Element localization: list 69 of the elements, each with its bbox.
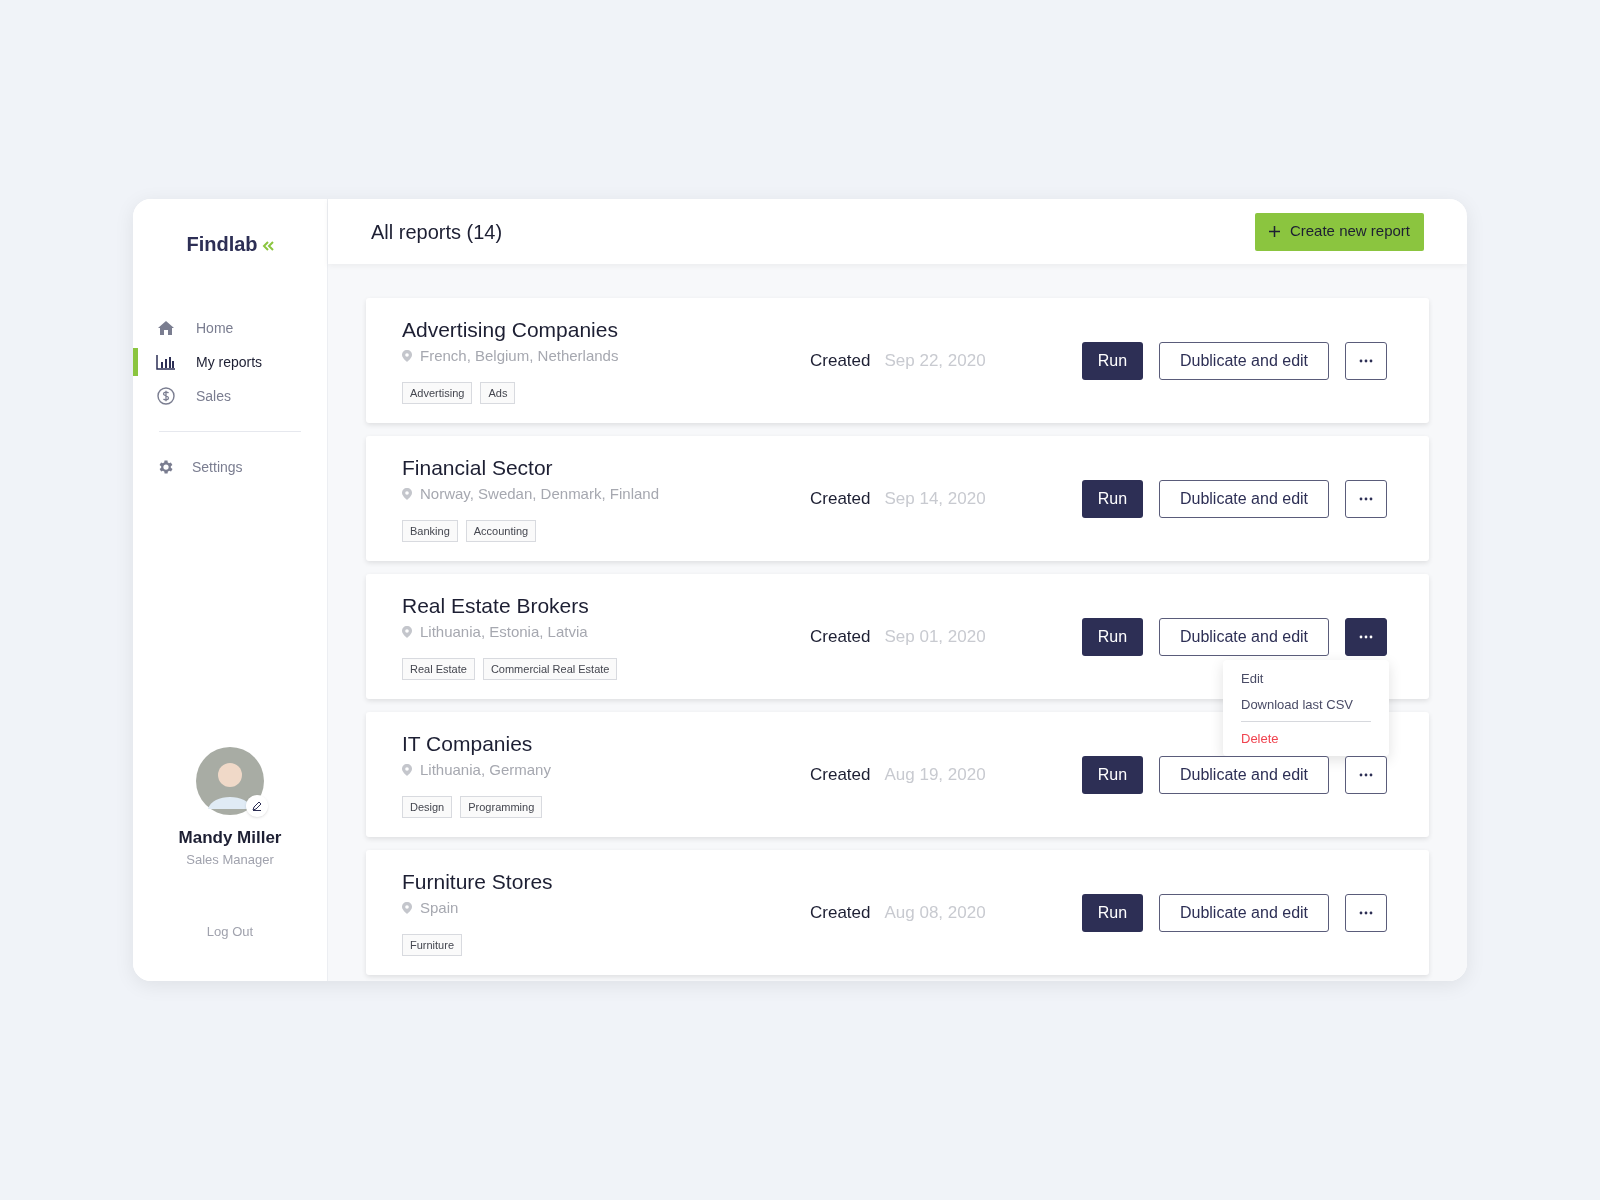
more-icon (1359, 772, 1373, 777)
duplicate-edit-button[interactable]: Dublicate and edit (1159, 755, 1329, 794)
more-icon (1359, 496, 1373, 501)
duplicate-edit-button[interactable]: Dublicate and edit (1159, 341, 1329, 380)
settings-icon (157, 458, 175, 476)
report-title: IT Companies (402, 731, 534, 757)
run-button[interactable]: Run (1082, 755, 1143, 794)
bar-chart-icon (156, 354, 176, 370)
more-icon (1359, 634, 1373, 639)
report-locations: French, Belgium, Netherlands (420, 346, 619, 366)
menu-item[interactable]: Download last CSV (1241, 691, 1371, 717)
more-button[interactable] (1345, 893, 1387, 932)
location-pin-icon (402, 626, 412, 639)
run-button[interactable]: Run (1082, 617, 1143, 656)
nav-item[interactable]: Sales (156, 385, 232, 407)
tag: Accounting (465, 519, 537, 542)
tag: Advertising (402, 381, 473, 404)
created-label: Created (810, 487, 871, 510)
tag: Ads (480, 381, 516, 404)
tag: Programming (460, 795, 543, 818)
avatar (196, 746, 264, 815)
report-locations: Lithuania, Germany (420, 760, 551, 780)
nav-item[interactable]: Settings (156, 456, 243, 478)
plus-icon (1268, 226, 1280, 237)
run-button[interactable]: Run (1082, 893, 1143, 932)
home-icon (157, 320, 175, 336)
tag: Banking (402, 519, 458, 542)
report-title: Real Estate Brokers (402, 593, 590, 619)
location-pin-icon (402, 488, 412, 501)
page-title: All reports (14) (371, 219, 503, 245)
run-button[interactable]: Run (1082, 479, 1143, 518)
menu-item[interactable]: Delete (1241, 726, 1371, 752)
location-pin-icon (402, 350, 412, 363)
report-title: Advertising Companies (402, 317, 619, 343)
user-name: Mandy Miller (178, 826, 282, 849)
more-icon (1359, 358, 1373, 363)
more-button[interactable] (1345, 341, 1387, 380)
created-label: Created (810, 901, 871, 924)
tag: Design (402, 795, 453, 818)
tag: Commercial Real Estate (482, 657, 618, 680)
report-locations: Norway, Swedan, Denmark, Finland (420, 484, 659, 504)
created-label: Created (810, 763, 871, 786)
duplicate-edit-button[interactable]: Dublicate and edit (1159, 617, 1329, 656)
duplicate-edit-button[interactable]: Dublicate and edit (1159, 479, 1329, 518)
more-button[interactable] (1345, 479, 1387, 518)
duplicate-edit-button[interactable]: Dublicate and edit (1159, 893, 1329, 932)
menu-item[interactable]: Edit (1241, 666, 1371, 692)
run-button[interactable]: Run (1082, 341, 1143, 380)
tag: Real Estate (402, 657, 475, 680)
report-locations: Spain (420, 898, 459, 918)
location-pin-icon (402, 764, 412, 777)
report-title: Furniture Stores (402, 869, 554, 895)
user-role: Sales Manager (186, 851, 274, 869)
more-button[interactable] (1345, 617, 1387, 656)
create-report-button[interactable]: Create new report (1254, 212, 1424, 251)
pencil-icon (252, 800, 262, 811)
created-label: Created (810, 625, 871, 648)
nav-item[interactable]: My reports (156, 351, 263, 373)
location-pin-icon (402, 902, 412, 915)
nav-item[interactable]: Home (156, 317, 234, 339)
chevrons-icon (261, 241, 274, 251)
tag: Furniture (402, 933, 463, 956)
created-label: Created (810, 349, 871, 372)
report-locations: Lithuania, Estonia, Latvia (420, 622, 588, 642)
more-button[interactable] (1345, 755, 1387, 794)
dollar-icon (157, 387, 175, 405)
brand-logo: Findlab (186, 232, 258, 257)
more-icon (1359, 910, 1373, 915)
report-title: Financial Sector (402, 455, 554, 481)
